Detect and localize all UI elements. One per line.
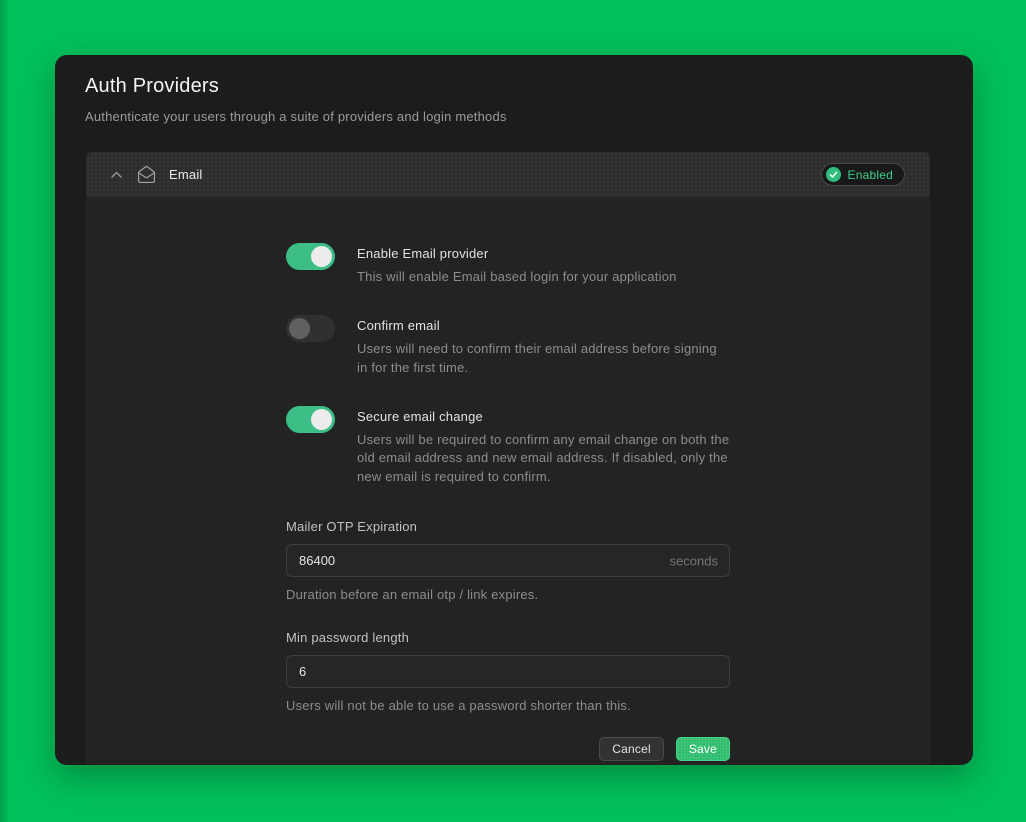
email-provider-header[interactable]: Email Enabled — [86, 152, 930, 197]
chevron-up-icon — [110, 170, 123, 180]
email-provider-body: Enable Email provider This will enable E… — [86, 197, 930, 765]
save-button[interactable]: Save — [676, 737, 730, 761]
mailer-otp-expiration-input[interactable] — [286, 544, 730, 577]
status-badge-label: Enabled — [848, 168, 893, 182]
toggle-row-confirm-email: Confirm email Users will need to confirm… — [286, 315, 730, 378]
toggle-secure-email-change[interactable] — [286, 406, 335, 433]
toggle-row-secure-email-change: Secure email change Users will be requir… — [286, 406, 730, 488]
toggle-row-enable-email: Enable Email provider This will enable E… — [286, 243, 730, 287]
settings-form: Enable Email provider This will enable E… — [286, 243, 730, 765]
toggle-knob — [311, 409, 332, 430]
page-subtitle: Authenticate your users through a suite … — [85, 109, 943, 124]
toggle-knob — [289, 318, 310, 339]
mail-open-icon — [137, 165, 156, 184]
toggle-text: Enable Email provider This will enable E… — [357, 243, 730, 287]
toggle-confirm-email[interactable] — [286, 315, 335, 342]
min-password-length-label: Min password length — [286, 630, 730, 645]
field-mailer-otp-expiration: Mailer OTP Expiration seconds Duration b… — [286, 519, 730, 602]
field-min-password-length: Min password length Users will not be ab… — [286, 630, 730, 713]
toggle-label: Secure email change — [357, 409, 730, 424]
cancel-button[interactable]: Cancel — [599, 737, 664, 761]
min-password-length-help: Users will not be able to use a password… — [286, 698, 730, 713]
min-password-length-input[interactable] — [286, 655, 730, 688]
mailer-otp-expiration-label: Mailer OTP Expiration — [286, 519, 730, 534]
auth-providers-card: Auth Providers Authenticate your users t… — [55, 55, 973, 765]
toggle-label: Enable Email provider — [357, 246, 730, 261]
toggle-label: Confirm email — [357, 318, 730, 333]
page-title: Auth Providers — [85, 75, 943, 98]
toggle-description: This will enable Email based login for y… — [357, 268, 730, 287]
page-background: Auth Providers Authenticate your users t… — [0, 0, 1026, 822]
toggle-description: Users will be required to confirm any em… — [357, 431, 730, 488]
input-wrap: seconds — [286, 544, 730, 577]
status-badge: Enabled — [821, 163, 905, 186]
toggle-knob — [311, 246, 332, 267]
check-circle-icon — [826, 167, 841, 182]
mailer-otp-expiration-help: Duration before an email otp / link expi… — [286, 587, 730, 602]
input-wrap — [286, 655, 730, 688]
form-actions: Cancel Save — [286, 737, 730, 765]
email-provider-panel: Email Enabled Ena — [86, 152, 930, 765]
toggle-text: Secure email change Users will be requir… — [357, 406, 730, 488]
toggle-enable-email-provider[interactable] — [286, 243, 335, 270]
toggle-text: Confirm email Users will need to confirm… — [357, 315, 730, 378]
toggle-description: Users will need to confirm their email a… — [357, 340, 730, 378]
card-header: Auth Providers Authenticate your users t… — [55, 55, 973, 124]
provider-name: Email — [169, 167, 203, 182]
